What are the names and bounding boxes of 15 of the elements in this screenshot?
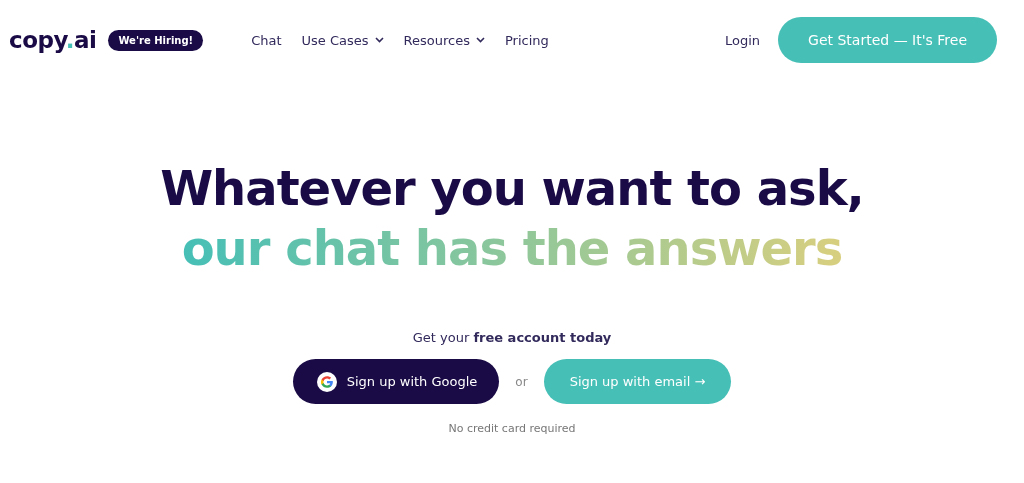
or-text: or <box>515 374 528 389</box>
google-icon <box>316 371 337 392</box>
nav-link[interactable]: Pricing <box>504 32 549 48</box>
note-text: No credit card required <box>448 422 576 435</box>
nav-link[interactable]: Chat <box>251 32 282 48</box>
chevron-down-icon <box>475 37 485 43</box>
chevron-down-icon <box>374 37 384 43</box>
nav-link[interactable]: Use Cases <box>301 32 384 48</box>
google-signup-button[interactable]: Sign up with Google <box>292 359 500 404</box>
nav-link[interactable]: Resources <box>403 32 485 48</box>
logo[interactable]: copy.ai <box>9 27 97 53</box>
login-link[interactable]: Login <box>725 32 761 48</box>
headline: Whatever you want to ask, <box>160 159 864 218</box>
hiring-badge[interactable]: We're Hiring! <box>108 29 204 51</box>
subtitle: Get your free account today <box>412 330 612 345</box>
